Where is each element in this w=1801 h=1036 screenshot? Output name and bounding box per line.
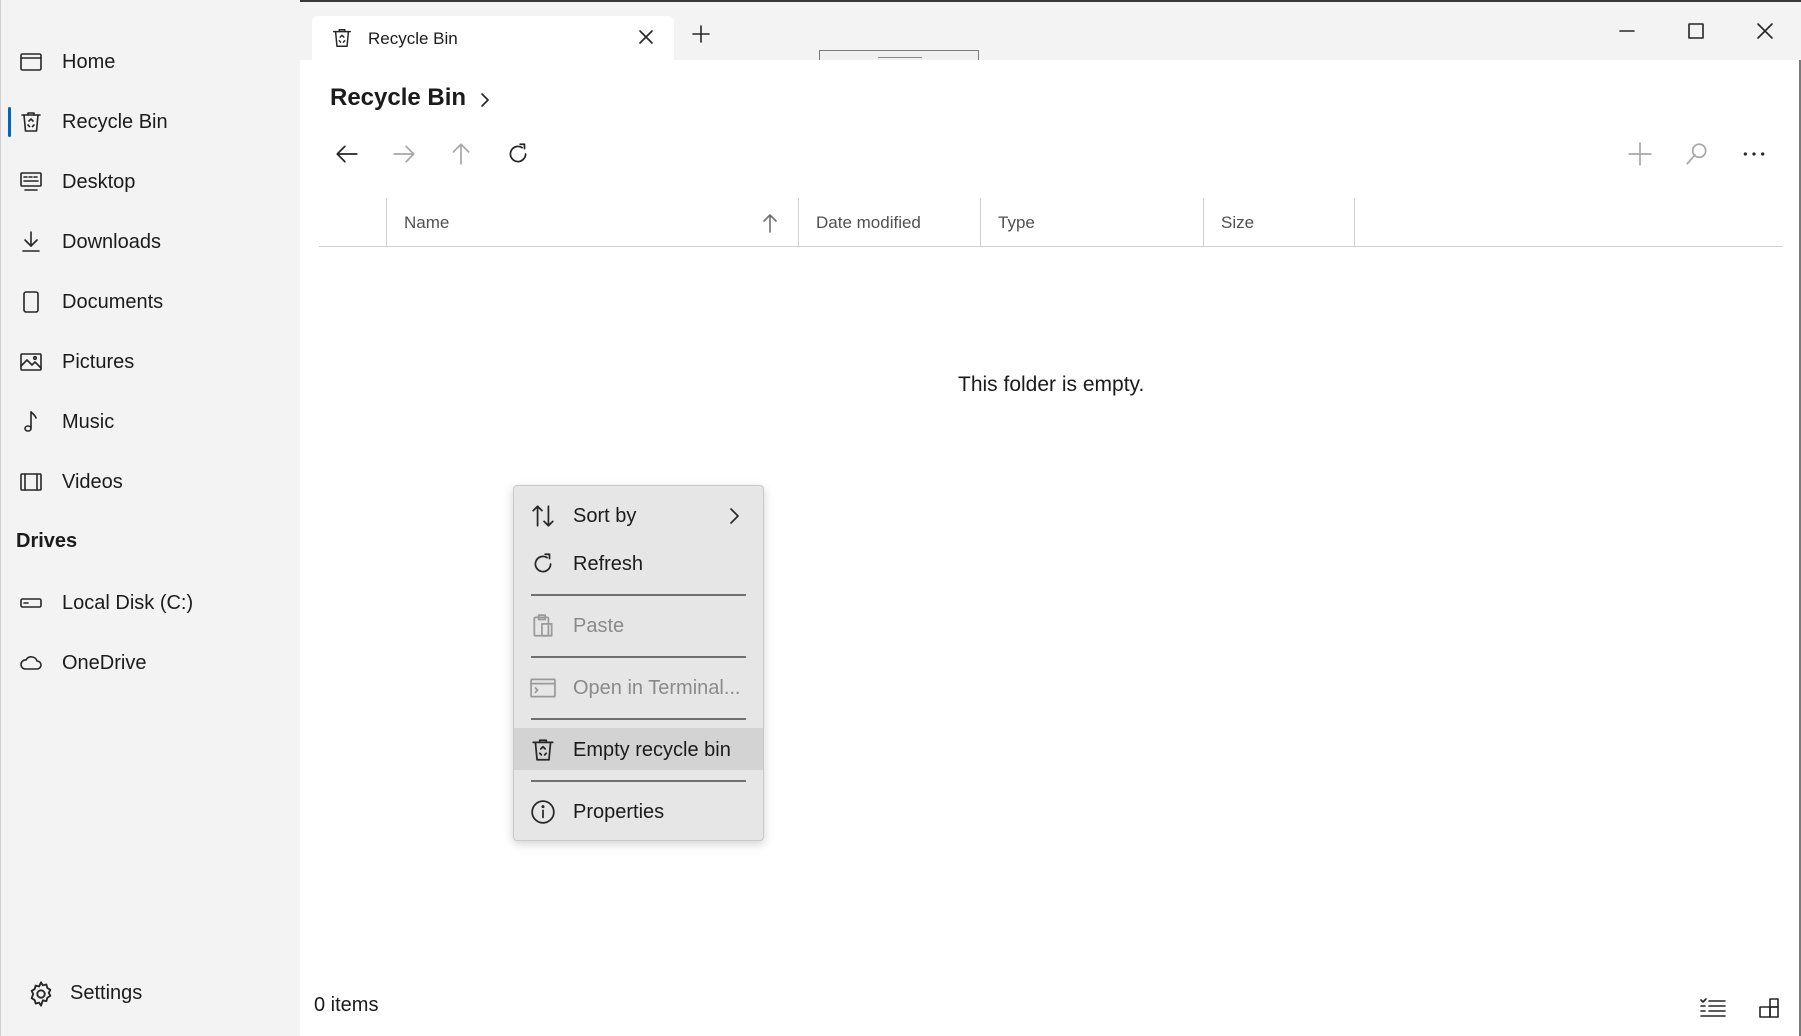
minimize-button[interactable] [1612, 16, 1642, 46]
empty-folder-message: This folder is empty. [958, 373, 1145, 396]
sidebar-item-label: Pictures [62, 350, 135, 373]
info-icon [530, 799, 556, 825]
details-view-button[interactable] [1698, 993, 1728, 1023]
up-button[interactable] [443, 136, 479, 172]
sidebar-item-videos[interactable]: Videos [1, 457, 301, 507]
sort-icon [530, 503, 556, 529]
back-button[interactable] [329, 136, 365, 172]
menu-item-label: Refresh [573, 553, 644, 575]
music-icon [19, 410, 43, 434]
sidebar-item-label: Desktop [62, 170, 136, 193]
sidebar-item-label: Home [62, 50, 116, 73]
sidebar-item-music[interactable]: Music [1, 397, 301, 447]
menu-item-refresh[interactable]: Refresh [514, 542, 763, 584]
menu-separator [531, 780, 746, 782]
sidebar-item-label: Videos [62, 470, 123, 493]
recycle-bin-icon [19, 110, 43, 134]
recycle-bin-icon [530, 737, 556, 763]
tab-recycle-bin[interactable]: Recycle Bin [312, 16, 674, 60]
sidebar-item-documents[interactable]: Documents [1, 277, 301, 327]
sidebar-item-downloads[interactable]: Downloads [1, 217, 301, 267]
sidebar-item-local-disk[interactable]: Local Disk (C:) [1, 578, 301, 628]
sidebar-item-label: OneDrive [62, 651, 147, 674]
menu-item-label: Empty recycle bin [573, 739, 731, 761]
tab-title: Recycle Bin [368, 29, 458, 48]
search-button[interactable] [1679, 136, 1715, 172]
status-item-count: 0 items [314, 994, 379, 1016]
desktop-icon [19, 170, 43, 194]
menu-separator [531, 594, 746, 596]
sidebar-item-pictures[interactable]: Pictures [1, 337, 301, 387]
new-item-button[interactable] [1622, 136, 1658, 172]
column-label: Type [998, 213, 1035, 232]
menu-separator [531, 718, 746, 720]
column-header-row: Name Date modified Type Size [319, 198, 1783, 247]
sidebar-item-label: Local Disk (C:) [62, 591, 194, 614]
refresh-icon [530, 551, 556, 577]
sidebar-item-label: Documents [62, 290, 164, 313]
sidebar-item-onedrive[interactable]: OneDrive [1, 638, 301, 688]
menu-item-label: Sort by [573, 505, 637, 527]
sidebar-item-label: Music [62, 410, 115, 433]
chevron-right-icon[interactable] [478, 92, 492, 108]
column-date-modified[interactable]: Date modified [798, 198, 980, 246]
settings-label: Settings [70, 982, 143, 1004]
chevron-right-icon [727, 507, 741, 525]
breadcrumb-item[interactable]: Recycle Bin [330, 84, 466, 112]
menu-item-label: Paste [573, 615, 625, 637]
column-type[interactable]: Type [980, 198, 1203, 246]
column-size[interactable]: Size [1203, 198, 1355, 246]
menu-item-sort-by[interactable]: Sort by [514, 494, 763, 536]
recycle-bin-icon [331, 27, 353, 49]
drive-icon [19, 591, 43, 615]
column-label: Name [404, 213, 450, 232]
refresh-button[interactable] [500, 136, 536, 172]
sidebar-item-desktop[interactable]: Desktop [1, 157, 301, 207]
menu-item-empty-recycle-bin[interactable]: Empty recycle bin [514, 728, 763, 770]
gear-icon [27, 980, 55, 1008]
more-options-button[interactable] [1736, 136, 1772, 172]
settings-button[interactable]: Settings [1, 969, 301, 1019]
forward-button[interactable] [386, 136, 422, 172]
new-tab-button[interactable] [691, 24, 711, 44]
menu-item-open-in-terminal[interactable]: Open in Terminal... [514, 666, 763, 708]
video-icon [19, 470, 43, 494]
sidebar-item-label: Downloads [62, 230, 161, 253]
maximize-button[interactable] [1681, 16, 1711, 46]
terminal-icon [530, 675, 556, 701]
sidebar-item-label: Recycle Bin [62, 110, 168, 133]
column-label: Date modified [816, 213, 921, 232]
menu-item-label: Properties [573, 801, 665, 823]
download-icon [19, 230, 43, 254]
paste-icon [530, 613, 556, 639]
tiles-view-button[interactable] [1754, 993, 1784, 1023]
sidebar-item-recycle-bin[interactable]: Recycle Bin [1, 97, 301, 147]
column-name[interactable]: Name [386, 198, 799, 246]
cloud-icon [19, 651, 43, 675]
column-label: Size [1221, 213, 1255, 232]
menu-separator [531, 656, 746, 658]
drives-header: Drives [16, 530, 78, 552]
breadcrumb: Recycle Bin [330, 84, 492, 112]
close-tab-icon[interactable] [638, 29, 654, 45]
home-icon [19, 50, 43, 74]
picture-icon [19, 350, 43, 374]
sidebar-item-home[interactable]: Home [1, 37, 301, 87]
menu-item-label: Open in Terminal... [573, 677, 741, 699]
sidebar: Home Recycle Bin Desktop Downloads Docum… [0, 0, 300, 1036]
sort-ascending-icon [761, 213, 779, 233]
document-icon [19, 290, 43, 314]
context-menu: Sort by Refresh Paste Open in Terminal..… [513, 485, 764, 841]
menu-item-properties[interactable]: Properties [514, 790, 763, 832]
close-window-button[interactable] [1750, 16, 1780, 46]
menu-item-paste[interactable]: Paste [514, 604, 763, 646]
